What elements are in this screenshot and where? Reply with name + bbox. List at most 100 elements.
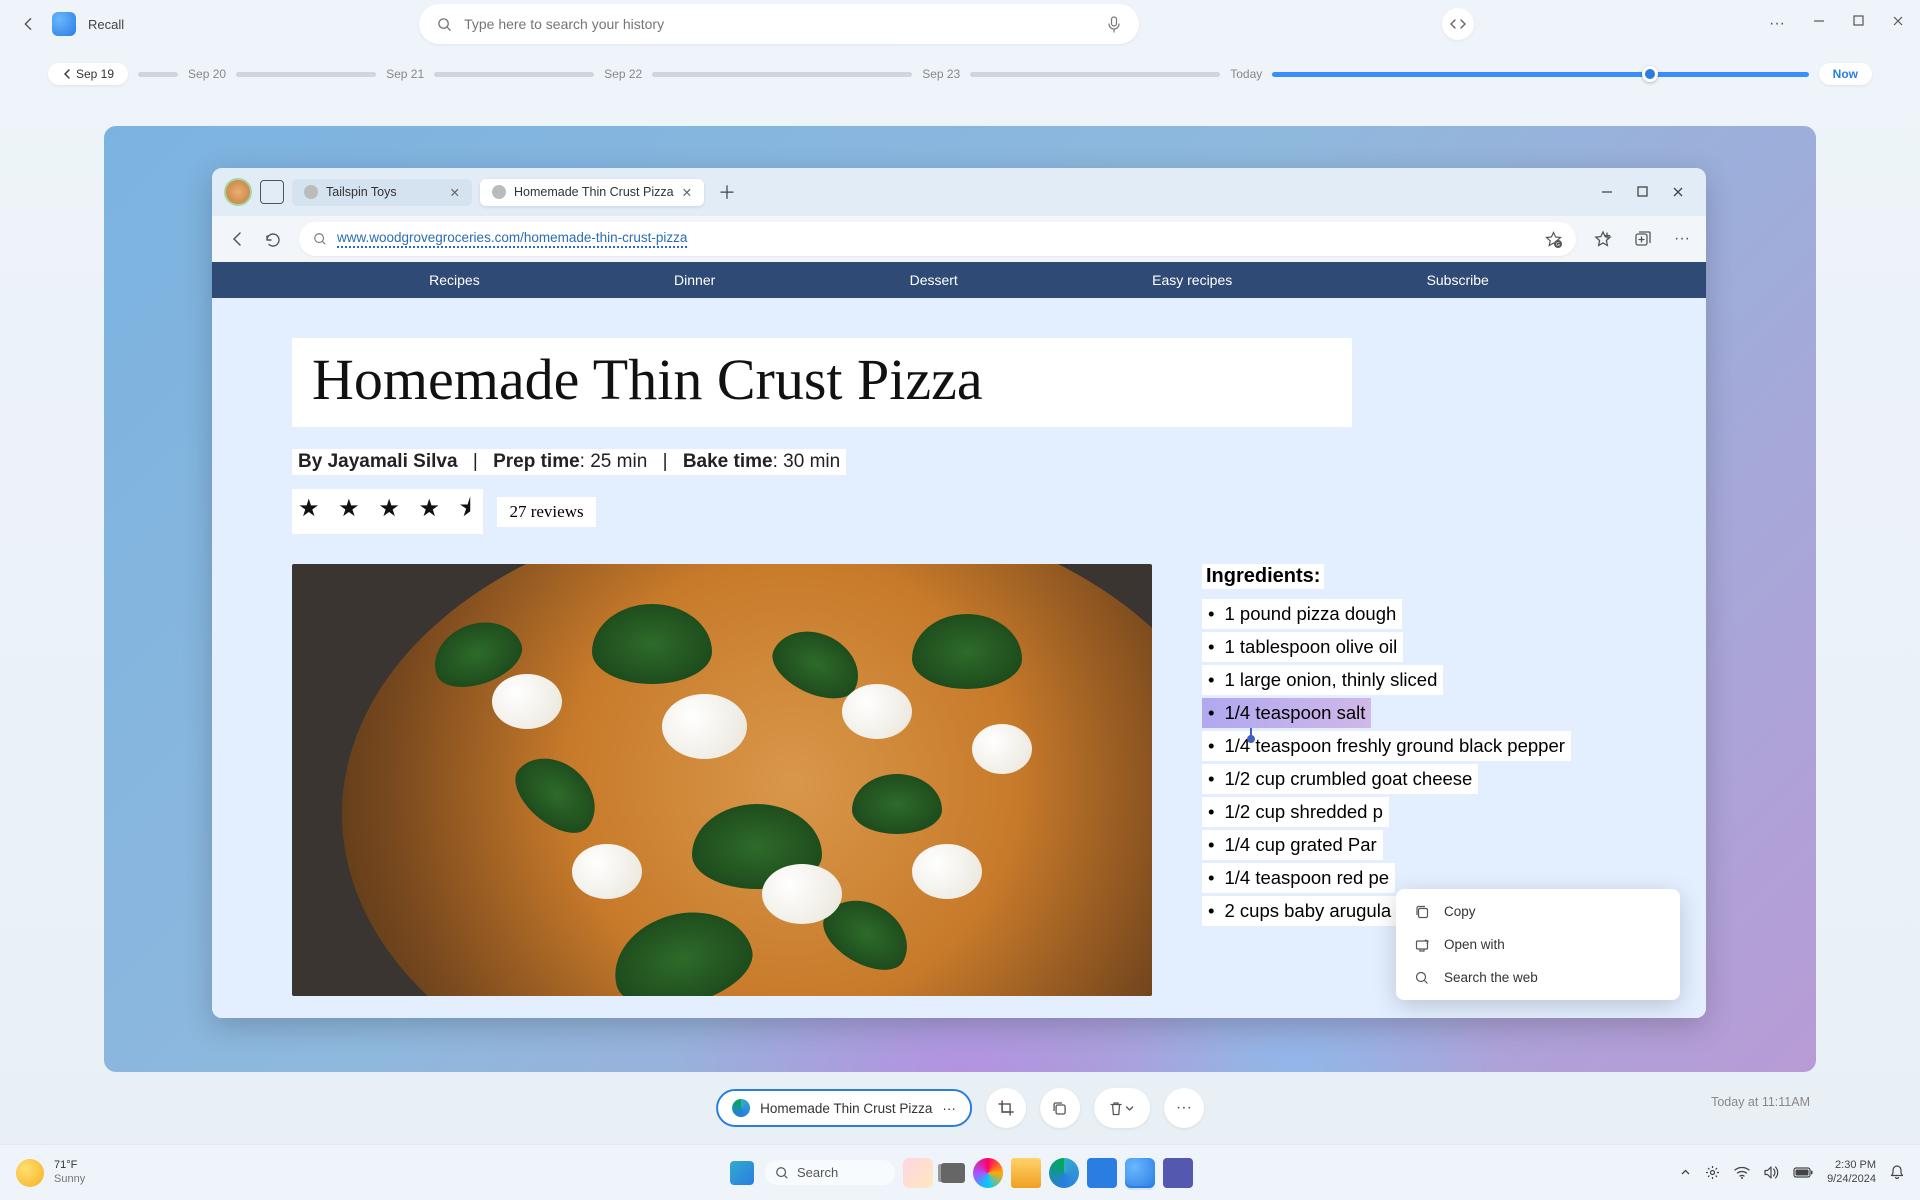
taskbar-explorer-icon[interactable] [1011, 1158, 1041, 1188]
snapshot-stage: Tailspin Toys ✕ Homemade Thin Crust Pizz… [104, 126, 1816, 1072]
context-menu-label: Open with [1444, 937, 1505, 952]
delete-snapshot-button[interactable] [1094, 1088, 1150, 1128]
back-button[interactable] [16, 12, 40, 36]
minimize-button[interactable] [1813, 15, 1825, 33]
nav-link-dessert[interactable]: Dessert [910, 272, 958, 288]
timeline[interactable]: Sep 19 Sep 20 Sep 21 Sep 22 Sep 23 Today… [0, 54, 1920, 94]
snapshot-action-bar: Homemade Thin Crust Pizza ··· ··· [716, 1088, 1204, 1128]
favorites-icon[interactable] [1594, 230, 1612, 248]
browser-tab-inactive[interactable]: Tailspin Toys ✕ [292, 179, 472, 206]
tray-battery-icon[interactable] [1793, 1167, 1813, 1178]
taskbar-app-1[interactable] [903, 1158, 933, 1188]
snapshot-more-button[interactable]: ··· [1164, 1088, 1204, 1128]
profile-avatar[interactable] [224, 178, 252, 206]
tray-wifi-icon[interactable] [1734, 1166, 1750, 1179]
star-rating-icon: ★ ★ ★ ★ ⯨ [292, 489, 483, 534]
tab-favicon-placeholder-icon [492, 185, 506, 199]
ingredient-item: 1/4 teaspoon freshly ground black pepper [1202, 731, 1571, 761]
history-search[interactable] [419, 4, 1139, 44]
context-menu-copy[interactable]: Copy [1396, 895, 1680, 928]
timeline-segment [138, 72, 178, 77]
context-menu-open-with[interactable]: Open with [1396, 928, 1680, 961]
timeline-today-segment[interactable] [1272, 72, 1808, 77]
tray-volume-icon[interactable] [1764, 1166, 1779, 1179]
microphone-icon[interactable] [1107, 16, 1121, 33]
copy-snapshot-button[interactable] [1040, 1088, 1080, 1128]
nav-link-easy-recipes[interactable]: Easy recipes [1152, 272, 1232, 288]
timeline-segment [652, 72, 912, 77]
bake-value: 30 min [783, 451, 840, 472]
maximize-button[interactable] [1853, 15, 1864, 33]
tray-chevron-up-icon[interactable] [1680, 1167, 1691, 1178]
clock-date: 9/24/2024 [1827, 1173, 1876, 1186]
recipe-author: Jayamali Silva [328, 451, 458, 472]
tab-actions-icon[interactable] [260, 180, 284, 204]
tab-close-button[interactable]: ✕ [450, 185, 460, 200]
context-menu-label: Search the web [1444, 970, 1538, 985]
snapshot-source-chip[interactable]: Homemade Thin Crust Pizza ··· [716, 1089, 972, 1127]
url-bar-row: www.woodgrovegroceries.com/homemade-thin… [212, 216, 1706, 262]
chip-more-icon[interactable]: ··· [942, 1101, 956, 1116]
url-bar[interactable]: www.woodgrovegroceries.com/homemade-thin… [299, 222, 1576, 256]
history-search-input[interactable] [464, 16, 1095, 32]
timeline-current-date: Sep 19 [76, 67, 114, 81]
nav-link-recipes[interactable]: Recipes [429, 272, 480, 288]
browser-more-button[interactable]: ··· [1674, 230, 1690, 248]
close-button[interactable] [1892, 15, 1904, 33]
taskbar-clock[interactable]: 2:30 PM 9/24/2024 [1827, 1159, 1876, 1185]
taskbar: 71°F Sunny Search 2:30 PM 9/24/2024 [0, 1144, 1920, 1200]
nav-link-dinner[interactable]: Dinner [674, 272, 715, 288]
ingredient-item: 1/2 cup shredded p [1202, 797, 1389, 827]
app-name: Recall [88, 17, 124, 32]
collections-icon[interactable] [1634, 230, 1652, 248]
context-menu-label: Copy [1444, 904, 1476, 919]
favorite-star-icon[interactable]: G [1545, 231, 1562, 248]
more-button[interactable]: ··· [1769, 15, 1785, 33]
new-tab-button[interactable]: ＋ [712, 179, 742, 205]
ingredient-item: 1 tablespoon olive oil [1202, 632, 1403, 662]
nav-refresh-button[interactable] [264, 231, 281, 248]
tab-favicon-placeholder-icon [304, 185, 318, 199]
recipe-byline: By Jayamali Silva | Prep time: 25 min | … [292, 449, 846, 475]
timeline-now-button[interactable]: Now [1819, 63, 1872, 85]
recipe-hero-image [292, 564, 1152, 996]
context-menu: Copy Open with Search the web [1396, 889, 1680, 1000]
ingredient-item: 1/4 cup grated Par [1202, 830, 1383, 860]
reviews-count[interactable]: 27 reviews [497, 497, 595, 527]
snapshot-source-label: Homemade Thin Crust Pizza [760, 1101, 932, 1116]
window-close-button[interactable] [1672, 186, 1684, 198]
crop-button[interactable] [986, 1088, 1026, 1128]
taskbar-weather[interactable]: 71°F Sunny [16, 1159, 85, 1187]
tray-notifications-icon[interactable] [1890, 1165, 1904, 1180]
taskbar-edge-icon[interactable] [1049, 1158, 1079, 1188]
taskbar-recall-icon[interactable] [1125, 1158, 1155, 1188]
nav-link-subscribe[interactable]: Subscribe [1427, 272, 1489, 288]
timeline-date-label: Sep 21 [386, 67, 424, 81]
ingredient-item: 1/4 teaspoon red pe [1202, 863, 1395, 893]
start-button[interactable] [727, 1158, 757, 1188]
weather-temp: 71°F [54, 1159, 85, 1172]
prep-value: 25 min [590, 451, 647, 472]
url-text: www.woodgrovegroceries.com/homemade-thin… [337, 230, 687, 248]
window-maximize-button[interactable] [1637, 186, 1648, 198]
nav-back-button[interactable] [228, 230, 246, 248]
taskbar-search[interactable]: Search [765, 1160, 895, 1185]
tray-settings-icon[interactable] [1705, 1165, 1720, 1180]
taskbar-copilot-icon[interactable] [973, 1158, 1003, 1188]
taskbar-store-icon[interactable] [1087, 1158, 1117, 1188]
browser-tab-active[interactable]: Homemade Thin Crust Pizza ✕ [480, 179, 704, 206]
chevron-down-icon [1125, 1104, 1134, 1113]
timeline-current-pill[interactable]: Sep 19 [48, 63, 128, 85]
taskbar-task-view[interactable] [941, 1163, 965, 1183]
timeline-date-label: Sep 23 [922, 67, 960, 81]
taskbar-teams-icon[interactable] [1163, 1158, 1193, 1188]
window-minimize-button[interactable] [1601, 186, 1613, 198]
timeline-thumb[interactable] [1642, 66, 1658, 82]
tab-close-button[interactable]: ✕ [682, 185, 692, 200]
context-menu-search-web[interactable]: Search the web [1396, 961, 1680, 994]
code-button[interactable] [1442, 8, 1474, 40]
page-content: Recipes Dinner Dessert Easy recipes Subs… [212, 262, 1706, 1018]
timeline-segment [434, 72, 594, 77]
tab-strip: Tailspin Toys ✕ Homemade Thin Crust Pizz… [212, 168, 1706, 216]
svg-text:G: G [1556, 242, 1560, 248]
